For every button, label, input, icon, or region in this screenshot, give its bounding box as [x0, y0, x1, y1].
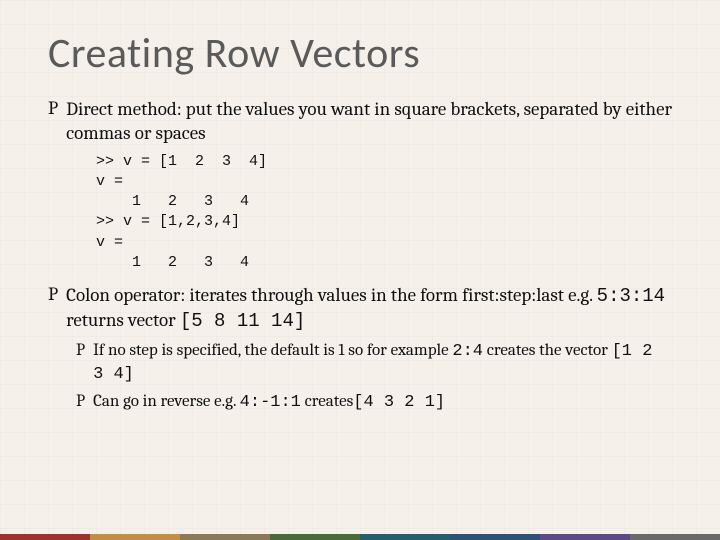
code-inline: 5:3:14 — [597, 285, 665, 307]
bullet-icon: P — [48, 97, 58, 120]
code-inline: 2:4 — [452, 342, 483, 361]
r0: Can go in reverse e.g. — [93, 392, 240, 411]
code-inline: [5 8 11 14] — [180, 310, 305, 332]
sub-bullet-nostep: P If no step is specified, the default i… — [76, 340, 672, 387]
code-inline: [4 3 2 1] — [353, 393, 445, 412]
bullet-icon: P — [48, 283, 58, 306]
t0: Colon operator: iterates through values … — [66, 284, 597, 306]
code-inline: 4:-1:1 — [240, 393, 301, 412]
r2: creates — [301, 392, 353, 411]
page-title: Creating Row Vectors — [48, 28, 672, 79]
sub-bullet-reverse: P Can go in reverse e.g. 4:-1:1 creates[… — [76, 391, 672, 414]
bullet-text: Direct method: put the values you want i… — [66, 97, 672, 146]
bullet-icon: P — [76, 391, 85, 413]
sub-text: Can go in reverse e.g. 4:-1:1 creates[4 … — [93, 391, 672, 414]
t2: returns vector — [66, 309, 180, 331]
bullet-direct-method: P Direct method: put the values you want… — [48, 97, 672, 146]
decorative-border — [0, 534, 720, 540]
code-block-direct: >> v = [1 2 3 4] v = 1 2 3 4 >> v = [1,2… — [96, 152, 672, 274]
bullet-colon-operator: P Colon operator: iterates through value… — [48, 283, 672, 334]
s0: If no step is specified, the default is … — [93, 341, 452, 360]
slide: Creating Row Vectors P Direct method: pu… — [0, 0, 720, 438]
s2: creates the vector — [483, 341, 612, 360]
sub-text: If no step is specified, the default is … — [93, 340, 672, 387]
bullet-text: Colon operator: iterates through values … — [66, 283, 672, 334]
bullet-icon: P — [76, 340, 85, 362]
